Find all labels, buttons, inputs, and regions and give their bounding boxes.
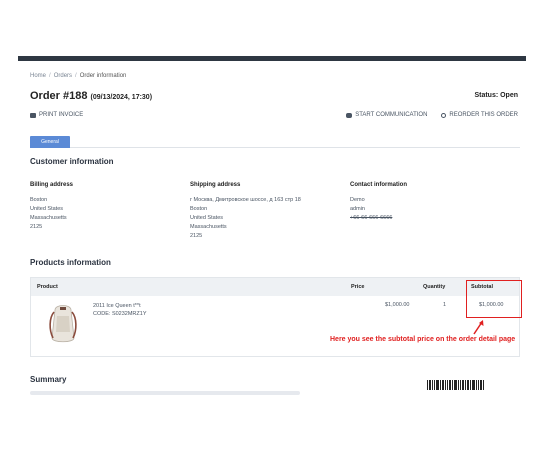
breadcrumb-separator: /	[49, 73, 51, 79]
summary-placeholder	[30, 391, 300, 395]
reorder-label: REORDER THIS ORDER	[449, 112, 518, 118]
order-date: (09/13/2024, 17:30)	[90, 94, 153, 101]
shipping-line: Boston	[190, 206, 208, 212]
annotation-text: Here you see the subtotal price on the o…	[330, 336, 516, 343]
contact-line: admin	[350, 206, 365, 212]
printer-icon	[30, 112, 36, 118]
product-image[interactable]	[45, 302, 81, 346]
status-badge: Status: Open	[474, 92, 518, 99]
products-section-title: Products information	[30, 258, 111, 267]
contact-phone: +66-66-666-6666	[350, 215, 393, 221]
chat-icon	[346, 112, 353, 118]
page-title: Order #188 (09/13/2024, 17:30)	[30, 90, 152, 102]
tab-general[interactable]: General	[30, 136, 70, 148]
shipping-line: 2125	[190, 233, 203, 239]
top-bar	[18, 56, 526, 61]
annotation-arrow-icon	[473, 320, 484, 335]
shipping-line: г Москва, Дмитровское шоссе, д 163 стр 1…	[190, 197, 301, 203]
shipping-address: г Москва, Дмитровское шоссе, д 163 стр 1…	[190, 196, 301, 241]
product-price: $1,000.00	[385, 302, 410, 308]
contact-info: Demo admin +66-66-666-6666	[350, 196, 392, 223]
billing-line: United States	[30, 206, 64, 212]
contact-line: Demo	[350, 197, 365, 203]
barcode-icon	[427, 380, 493, 390]
table-row: 2011 Ice Queen t**t CODE: S0232MRZ1Y $1,…	[31, 296, 519, 356]
products-table: Product Price Quantity Subtotal 2011 Ice…	[30, 277, 520, 357]
breadcrumb: Home / Orders / Order information	[30, 73, 126, 79]
header-quantity: Quantity	[423, 284, 446, 290]
billing-address-title: Billing address	[30, 182, 74, 188]
shipping-line: United States	[190, 215, 224, 221]
shipping-line: Massachusetts	[190, 224, 227, 230]
print-invoice-label: PRINT INVOICE	[39, 112, 84, 118]
product-name: 2011 Ice Queen t**t CODE: S0232MRZ1Y	[93, 302, 147, 318]
breadcrumb-home[interactable]: Home	[30, 73, 46, 79]
product-quantity: 1	[443, 302, 447, 308]
breadcrumb-separator: /	[75, 73, 77, 79]
header-price: Price	[351, 284, 365, 290]
billing-line: 2125	[30, 224, 43, 230]
billing-line: Boston	[30, 197, 48, 203]
header-product: Product	[37, 284, 58, 290]
billing-address: Boston United States Massachusetts 2125	[30, 196, 67, 232]
breadcrumb-current: Order information	[79, 73, 127, 79]
start-communication-button[interactable]: START COMMUNICATION	[346, 112, 427, 118]
product-title[interactable]: 2011 Ice Queen t**t	[93, 302, 147, 310]
product-code: CODE: S0232MRZ1Y	[93, 311, 147, 317]
order-actions: START COMMUNICATION REORDER THIS ORDER	[346, 112, 518, 118]
tab-bar: General	[30, 136, 520, 148]
reorder-button[interactable]: REORDER THIS ORDER	[441, 112, 518, 118]
summary-section-title: Summary	[30, 375, 67, 384]
customer-section-title: Customer information	[30, 157, 114, 166]
breadcrumb-orders[interactable]: Orders	[54, 73, 72, 79]
billing-line: Massachusetts	[30, 215, 67, 221]
shipping-address-title: Shipping address	[190, 182, 241, 188]
order-number: Order #188	[30, 90, 88, 102]
print-invoice-button[interactable]: PRINT INVOICE	[30, 112, 83, 118]
contact-info-title: Contact information	[350, 182, 407, 188]
table-header: Product Price Quantity Subtotal	[31, 278, 519, 296]
subtotal-highlight-box	[466, 280, 522, 318]
start-communication-label: START COMMUNICATION	[355, 112, 428, 118]
reorder-icon	[441, 112, 447, 118]
